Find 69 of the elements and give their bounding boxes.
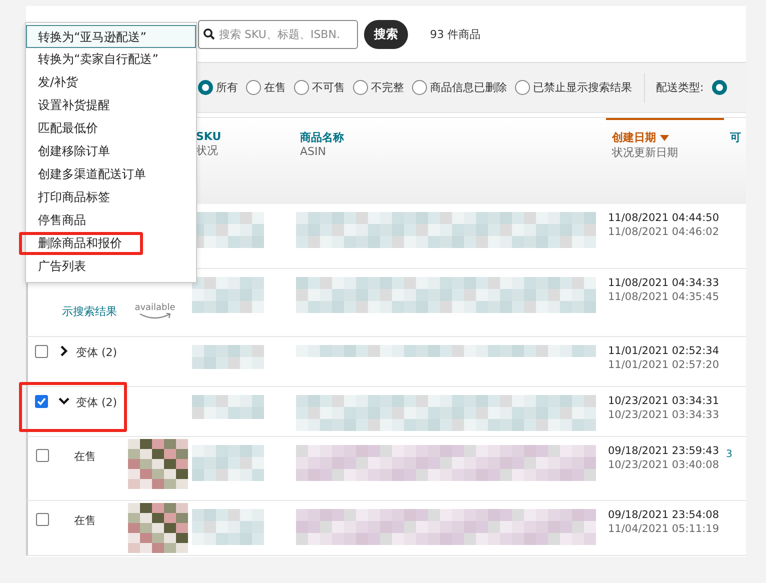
curved-arrow-icon (138, 313, 172, 321)
radio-button[interactable] (412, 80, 427, 95)
menu-item[interactable]: 创建多渠道配送订单 (26, 163, 196, 186)
variation-label: 变体 (2) (76, 395, 118, 410)
pixelated-text (192, 345, 264, 369)
filter-label: 在售 (264, 80, 286, 95)
created-date: 11/08/2021 04:34:33 (608, 277, 720, 289)
sort-down-icon (660, 134, 669, 140)
filter-label: 不完整 (371, 80, 404, 95)
result-count: 93 件商品 (430, 26, 480, 42)
chevron-right-icon[interactable] (58, 345, 70, 357)
radio-button[interactable] (515, 80, 530, 95)
pixelated-text (192, 395, 264, 419)
filter-label: 所有 (216, 80, 238, 95)
row-checkbox[interactable] (36, 513, 49, 526)
menu-item[interactable]: 转换为“卖家自行配送” (26, 48, 196, 71)
column-header[interactable]: 商品名称 (300, 130, 606, 145)
updated-date: 10/23/2021 03:34:33 (608, 409, 720, 421)
menu-item[interactable]: 停售商品 (26, 209, 196, 232)
row-checkbox[interactable] (36, 449, 49, 462)
status-text: 在售 (74, 449, 97, 464)
updated-date: 11/01/2021 02:57:20 (608, 359, 720, 371)
variation-label: 变体 (2) (76, 345, 118, 360)
menu-item[interactable]: 转换为“亚马逊配送” (26, 25, 196, 48)
table-cell-text: 3 (726, 449, 734, 460)
filter-label: 不可售 (312, 80, 345, 95)
search-icon (203, 28, 215, 40)
pixelated-text (192, 509, 264, 545)
updated-date: 11/08/2021 04:46:02 (608, 226, 720, 238)
column-header[interactable]: SKU (196, 130, 294, 143)
search-button[interactable]: 搜索 (364, 20, 408, 48)
menu-item[interactable]: 广告列表 (26, 255, 196, 278)
column-subheader: ASIN (300, 145, 327, 158)
pixelated-text (192, 277, 264, 313)
radio-button[interactable] (712, 80, 727, 95)
updated-date: 11/04/2021 05:11:19 (608, 523, 720, 535)
menu-item[interactable]: 打印商品标签 (26, 186, 196, 209)
created-date: 09/18/2021 23:59:43 (608, 445, 720, 457)
photo-placeholder (128, 503, 188, 553)
created-date: 11/08/2021 04:44:50 (608, 212, 720, 224)
row-checkbox[interactable] (35, 395, 48, 408)
created-date: 11/01/2021 02:52:34 (608, 345, 720, 357)
status-text: 在售 (74, 513, 97, 528)
radio-button[interactable] (246, 80, 261, 95)
pixelated-text (192, 445, 264, 481)
menu-item[interactable]: 创建移除订单 (26, 140, 196, 163)
column-subheader: 状况更新日期 (612, 145, 679, 160)
no-image-caption: available (134, 303, 176, 313)
menu-item[interactable]: 匹配最低价 (26, 117, 196, 140)
row-checkbox[interactable] (35, 345, 48, 358)
menu-item[interactable]: 发/补货 (26, 71, 196, 94)
menu-item[interactable]: 设置补货提醒 (26, 94, 196, 117)
menu-item[interactable]: 删除商品和报价 (19, 232, 143, 255)
delivery-type-label: 配送类型: (656, 80, 704, 95)
chevron-down-icon[interactable] (58, 395, 70, 407)
updated-date: 11/08/2021 04:35:45 (608, 291, 720, 303)
radio-button[interactable] (353, 80, 368, 95)
radio-button[interactable] (294, 80, 309, 95)
filter-label: 商品信息已删除 (430, 80, 507, 95)
created-date: 09/18/2021 23:54:08 (608, 509, 720, 521)
search-field[interactable]: 搜索 SKU、标题、ISBN. (198, 20, 358, 48)
column-header[interactable]: 创建日期 (612, 130, 724, 145)
updated-date: 10/23/2021 03:40:08 (608, 459, 720, 471)
radio-button[interactable] (198, 80, 213, 95)
created-date: 10/23/2021 03:34:31 (608, 395, 720, 407)
column-header[interactable]: 可 (730, 130, 746, 145)
filter-label: 已禁止显示搜索结果 (533, 80, 632, 95)
photo-placeholder (128, 439, 188, 489)
status-link[interactable]: 示搜索结果 (62, 305, 118, 320)
